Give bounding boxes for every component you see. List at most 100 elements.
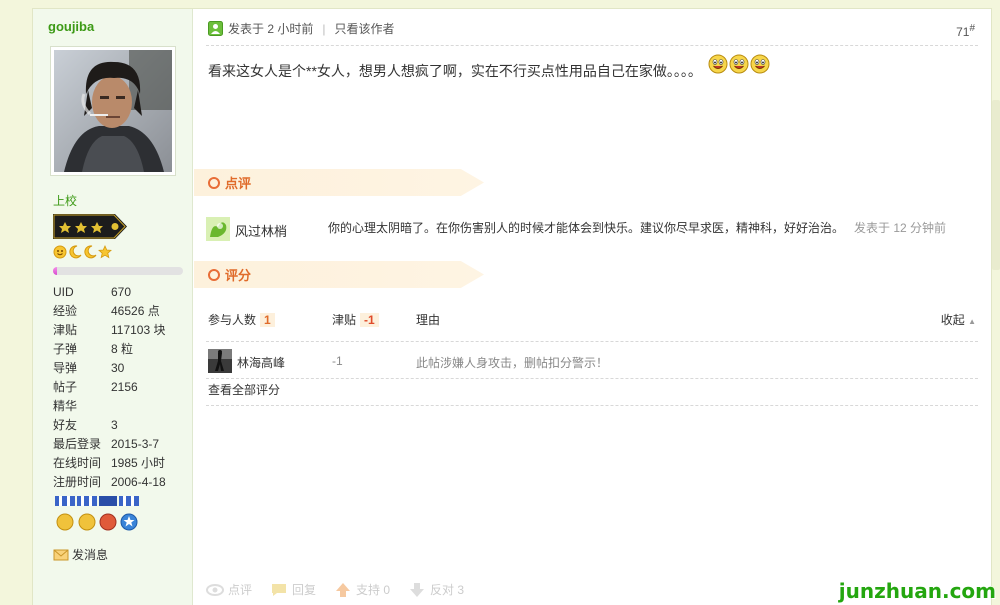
commenter-name[interactable]: 风过林梢 xyxy=(235,221,287,240)
stat-row: 精华 xyxy=(53,397,188,416)
comment-body: 你的心理太阴暗了。在你伤害别人的时候才能体会到快乐。建议你尽早求医，精神科，好好… xyxy=(328,219,946,236)
rating-score: -1 xyxy=(332,354,343,368)
avatar-photo xyxy=(54,50,172,172)
comments-title: 点评 xyxy=(225,176,252,191)
rating-reason: 此帖涉嫌人身攻击，删帖扣分警示！ xyxy=(416,356,609,370)
site-watermark: junzhuan.com xyxy=(838,579,996,603)
stat-value: 2006-4-18 xyxy=(111,475,166,489)
stat-label: 好友 xyxy=(53,418,78,432)
stat-label: 子弹 xyxy=(53,342,78,356)
comment-button-label: 点评 xyxy=(228,583,253,597)
stat-label: 最后登录 xyxy=(53,437,102,451)
participants-count: 1 xyxy=(260,313,275,327)
stat-row: 导弹 30 xyxy=(53,359,188,378)
scrollbar[interactable] xyxy=(992,100,1000,270)
stat-row: 子弹 8 粒 xyxy=(53,340,188,359)
oppose-button-label: 反对 3 xyxy=(430,583,465,597)
moon-icon xyxy=(83,245,97,259)
floor-number-value: 71 xyxy=(956,25,970,39)
send-message-link[interactable]: 发消息 xyxy=(53,546,108,563)
post-actions: 点评 回复 支持 0 反对 3 xyxy=(206,581,464,598)
floor-number[interactable]: 71# xyxy=(956,23,975,39)
smiley-icon xyxy=(708,54,728,74)
stat-label: UID xyxy=(53,285,74,299)
stat-label: 注册时间 xyxy=(53,475,102,489)
online-status-icon xyxy=(208,21,223,36)
level-icons xyxy=(53,245,112,261)
oppose-button[interactable]: 反对 3 xyxy=(408,581,464,598)
stat-row: 经验 46526 点 xyxy=(53,302,188,321)
stat-label: 在线时间 xyxy=(53,456,102,470)
speech-bubble-icon xyxy=(272,583,287,596)
stat-value: 30 xyxy=(111,361,125,375)
send-message-label: 发消息 xyxy=(72,548,109,562)
smiley-icon xyxy=(750,54,770,74)
stat-value: 2156 xyxy=(111,380,138,394)
credit-progress-bar xyxy=(53,267,183,275)
author-profile: goujiba 上校 UID 670 经验 46526 点 津贴 117103 … xyxy=(33,9,193,605)
divider xyxy=(206,405,978,406)
stat-value: 117103 块 xyxy=(111,323,166,337)
comment-button[interactable]: 点评 xyxy=(206,581,252,598)
author-username[interactable]: goujiba xyxy=(48,19,94,34)
stat-row: 好友 3 xyxy=(53,416,188,435)
eye-icon xyxy=(206,583,224,596)
allowance-total: -1 xyxy=(360,313,379,327)
arrow-up-icon xyxy=(336,582,351,597)
comment-time: 发表于 12 分钟前 xyxy=(854,221,947,235)
post-content: 看来这女人是个**女人，想男人想疯了啊，实在不行买点性用品自己在家做。。。。 xyxy=(208,54,770,81)
only-author-link[interactable]: 只看该作者 xyxy=(334,20,394,37)
stat-row: 在线时间 1985 小时 xyxy=(53,454,188,473)
rater-name[interactable]: 林海高峰 xyxy=(237,354,285,371)
reply-button-label: 回复 xyxy=(292,583,317,597)
divider xyxy=(206,378,978,379)
message-icon xyxy=(53,549,69,560)
moon-icon xyxy=(68,245,82,259)
post-meta: 发表于 2 小时前 | 只看该作者 xyxy=(208,20,394,37)
rank-insignia-icon xyxy=(53,214,127,239)
sun-icon xyxy=(53,245,67,259)
stat-label: 津贴 xyxy=(53,323,78,337)
stat-label: 导弹 xyxy=(53,361,78,375)
floor-mark: # xyxy=(969,23,975,34)
post-main: 发表于 2 小时前 | 只看该作者 71# 看来这女人是个**女人，想男人想疯了… xyxy=(194,9,991,605)
support-button[interactable]: 支持 0 xyxy=(334,581,390,598)
rating-section-header: 评分 xyxy=(194,261,484,288)
reply-button[interactable]: 回复 xyxy=(270,581,316,598)
author-rank[interactable]: 上校 xyxy=(53,192,77,209)
stat-row: 津贴 117103 块 xyxy=(53,321,188,340)
stat-value: 1985 小时 xyxy=(111,456,166,470)
stat-value: 8 粒 xyxy=(111,342,134,356)
comments-section-header: 点评 xyxy=(194,169,484,196)
stat-value: 670 xyxy=(111,285,132,299)
collapse-button[interactable]: 收起 ▲ xyxy=(941,311,976,328)
allowance-header: 津贴 -1 xyxy=(332,311,379,328)
collapse-label: 收起 xyxy=(940,313,965,327)
post-time: 发表于 2 小时前 xyxy=(228,22,314,36)
author-avatar[interactable] xyxy=(50,46,176,176)
participants-header: 参与人数 1 xyxy=(208,311,275,328)
commenter-avatar[interactable] xyxy=(206,217,230,241)
rating-row: 林海高峰 -1 此帖涉嫌人身攻击，删帖扣分警示！ xyxy=(208,343,978,375)
star-icon xyxy=(98,245,112,259)
view-all-ratings-link[interactable]: 查看全部评分 xyxy=(208,381,280,398)
stat-row: 最后登录 2015-3-7 xyxy=(53,435,188,454)
credit-progress-fill xyxy=(53,267,57,275)
rating-header-row: 参与人数 1 津贴 -1 理由 收起 ▲ xyxy=(208,309,978,329)
stat-row: 帖子 2156 xyxy=(53,378,188,397)
stat-row: UID 670 xyxy=(53,283,188,302)
rating-title: 评分 xyxy=(225,268,252,283)
rater-avatar[interactable] xyxy=(208,349,232,373)
participants-label: 参与人数 xyxy=(208,313,257,327)
reason-header: 理由 xyxy=(416,313,441,327)
meta-separator: | xyxy=(322,21,326,36)
stat-label: 帖子 xyxy=(53,380,78,394)
post-frame: goujiba 上校 UID 670 经验 46526 点 津贴 117103 … xyxy=(32,8,992,605)
author-stats: UID 670 经验 46526 点津贴 117103 块子弹 8 粒导弹 30 帖子 2156… xyxy=(53,283,188,492)
allowance-label: 津贴 xyxy=(332,313,357,327)
post-text: 看来这女人是个**女人，想男人想疯了啊，实在不行买点性用品自己在家做。。。。 xyxy=(208,63,702,79)
arrow-down-icon xyxy=(410,582,425,597)
stat-row: 注册时间 2006-4-18 xyxy=(53,473,188,492)
medals-icon[interactable] xyxy=(53,496,143,532)
chevron-up-icon: ▲ xyxy=(968,317,976,326)
